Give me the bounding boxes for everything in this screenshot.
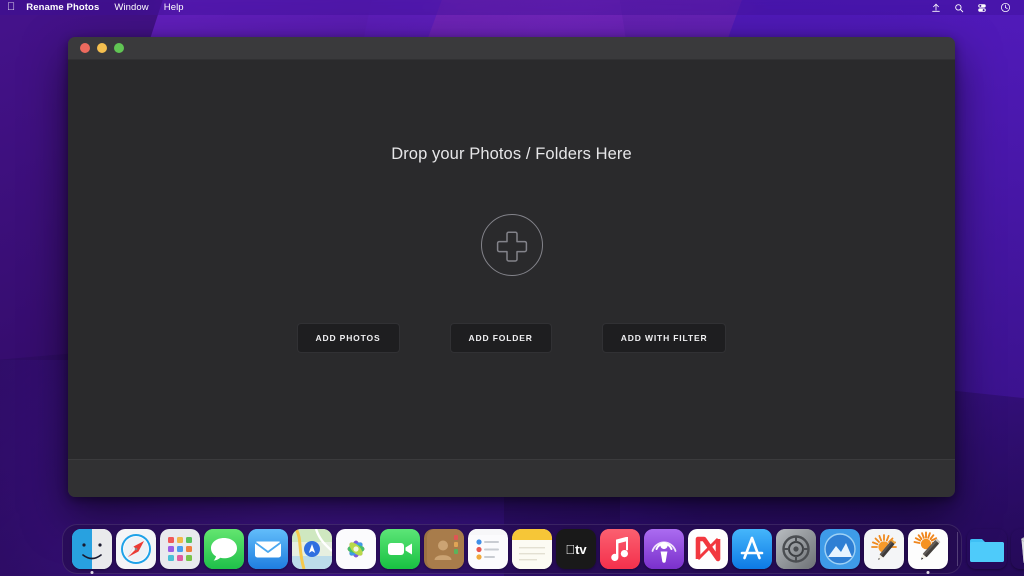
- apple-logo-icon[interactable]: : [7, 1, 15, 13]
- dock-item-appstore[interactable]: [731, 528, 773, 570]
- menu-item-help[interactable]: Help: [164, 2, 184, 13]
- launchpad-icon: [160, 529, 200, 569]
- appstore-icon: [732, 529, 772, 569]
- music-icon: [600, 529, 640, 569]
- minimize-button[interactable]: [97, 43, 107, 53]
- dock-item-music[interactable]: [599, 528, 641, 570]
- dock-item-finder[interactable]: [71, 528, 113, 574]
- menu-item-rename-photos[interactable]: Rename Photos: [26, 2, 99, 13]
- dock-item-photos[interactable]: [335, 528, 377, 570]
- dock-item-facetime[interactable]: [379, 528, 421, 570]
- safari-icon: [116, 529, 156, 569]
- dock-item-mail[interactable]: [247, 528, 289, 570]
- keynote-icon: [864, 529, 904, 569]
- siri-icon[interactable]: [1000, 2, 1011, 13]
- dock-item-downloads-folder[interactable]: [966, 528, 1008, 570]
- dock-item-news[interactable]: [687, 528, 729, 570]
- numbers-icon: [820, 529, 860, 569]
- spotlight-search-icon[interactable]: [954, 3, 964, 13]
- dock-item-appletv[interactable]: tv: [555, 528, 597, 570]
- action-button-row: ADD PHOTOS ADD FOLDER ADD WITH FILTER: [296, 323, 727, 353]
- close-button[interactable]: [80, 43, 90, 53]
- dock-item-launchpad[interactable]: [159, 528, 201, 570]
- dock-separator: [957, 532, 958, 566]
- running-indicator: [926, 571, 930, 574]
- dock-item-rename-photos[interactable]: [907, 528, 949, 574]
- contacts-icon: [424, 529, 464, 569]
- dock-item-podcasts[interactable]: [643, 528, 685, 570]
- svg-text:tv: tv: [565, 542, 587, 557]
- reminders-icon: [468, 529, 508, 569]
- maps-icon: [292, 529, 332, 569]
- facetime-icon: [380, 529, 420, 569]
- menu-bar:  Rename Photos Window Help: [0, 0, 1024, 15]
- rename-photos-icon: [908, 529, 948, 569]
- control-center-icon[interactable]: [977, 3, 987, 13]
- zoom-button[interactable]: [114, 43, 124, 53]
- dock-item-reminders[interactable]: [467, 528, 509, 570]
- finder-icon: [72, 529, 112, 569]
- add-folder-button[interactable]: ADD FOLDER: [449, 323, 552, 353]
- dock-item-system-settings[interactable]: [775, 528, 817, 570]
- menu-item-window[interactable]: Window: [114, 2, 148, 13]
- dock-item-maps[interactable]: [291, 528, 333, 570]
- system-settings-gear-icon: [776, 529, 816, 569]
- dock-item-numbers[interactable]: [819, 528, 861, 570]
- appletv-icon: tv: [556, 529, 596, 569]
- dock-item-trash[interactable]: [1010, 528, 1024, 570]
- dock-item-notes[interactable]: [511, 528, 553, 570]
- window-titlebar[interactable]: [68, 37, 955, 59]
- trash-icon: [1011, 529, 1024, 569]
- photos-icon: [336, 529, 376, 569]
- running-indicator: [90, 571, 94, 574]
- rename-photos-window: Drop your Photos / Folders Here ADD PHOT…: [68, 37, 955, 497]
- podcasts-icon: [644, 529, 684, 569]
- drop-zone[interactable]: Drop your Photos / Folders Here ADD PHOT…: [68, 59, 955, 459]
- dock-item-keynote[interactable]: [863, 528, 905, 570]
- dock-item-safari[interactable]: [115, 528, 157, 570]
- menu-bar-status-items: [931, 2, 1016, 13]
- dock-item-messages[interactable]: [203, 528, 245, 570]
- folder-icon: [967, 529, 1007, 569]
- add-photos-button[interactable]: ADD PHOTOS: [296, 323, 400, 353]
- news-icon: [688, 529, 728, 569]
- airdrop-icon[interactable]: [931, 3, 941, 13]
- dock: tv: [62, 524, 1024, 574]
- add-with-filter-button[interactable]: ADD WITH FILTER: [601, 323, 727, 353]
- notes-icon: [512, 529, 552, 569]
- plus-circle-icon[interactable]: [480, 214, 543, 276]
- dock-item-contacts[interactable]: [423, 528, 465, 570]
- messages-icon: [204, 529, 244, 569]
- window-footer-bar: [68, 459, 955, 497]
- mail-icon: [248, 529, 288, 569]
- page-title: Drop your Photos / Folders Here: [391, 145, 632, 163]
